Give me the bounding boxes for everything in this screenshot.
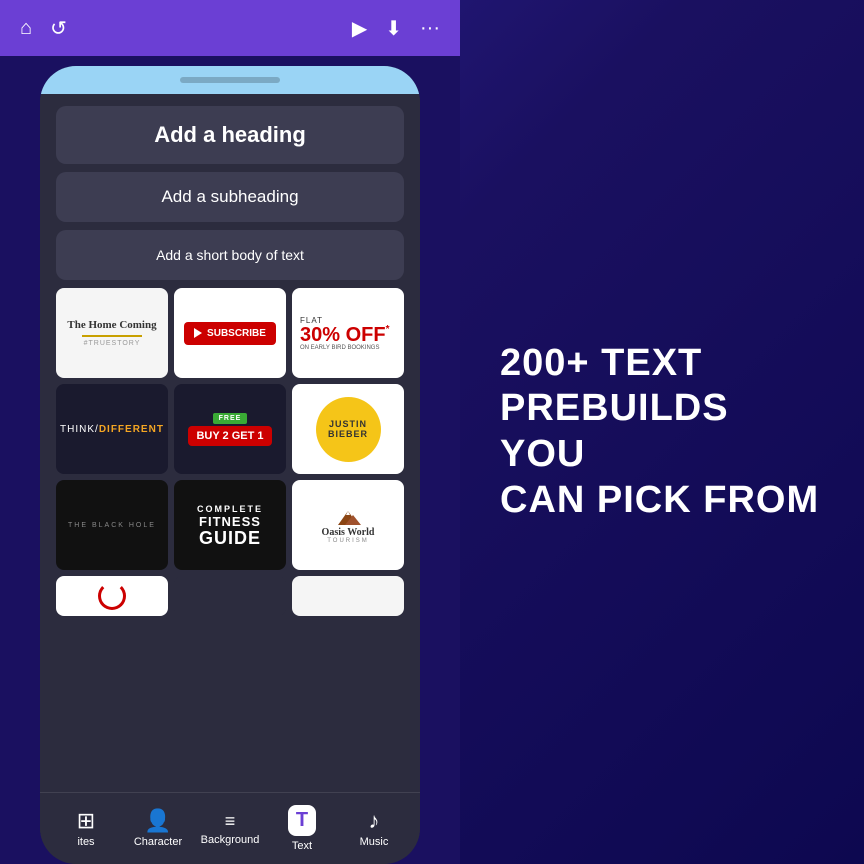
nav-item-text[interactable]: T Text (266, 805, 338, 852)
add-heading-label: Add a heading (154, 122, 306, 148)
background-icon: ≡ (225, 812, 236, 830)
add-subheading-button[interactable]: Add a subheading (56, 172, 404, 222)
bottom-nav: ⊞ ites 👤 Character ≡ Background T Text ♪… (40, 792, 420, 864)
nav-item-music[interactable]: ♪ Music (338, 810, 410, 848)
text-icon-box: T (288, 805, 316, 836)
character-icon: 👤 (144, 810, 171, 832)
partial-cell-1[interactable] (56, 576, 168, 616)
phone-notch-bar (40, 66, 420, 94)
text-label: Text (292, 840, 312, 852)
more-icon[interactable]: ··· (420, 17, 440, 40)
fitness-fitness: FITNESS (199, 514, 261, 529)
phone-content: Add a heading Add a subheading Add a sho… (40, 94, 420, 792)
partial-row (56, 576, 404, 616)
templates-label: ites (77, 836, 94, 848)
phone-wrapper: ⌂ ↺ ▶ ⬇ ··· Add a heading Add a subheadi… (0, 0, 460, 864)
homecoming-subtitle: #TRUESTORY (84, 340, 141, 347)
think-text: THINK/ (60, 424, 99, 435)
add-heading-button[interactable]: Add a heading (56, 106, 404, 164)
prebuilds-grid: The Home Coming #TRUESTORY SUBSCRIBE FLA… (56, 288, 404, 570)
partial-cell-3[interactable] (292, 576, 404, 616)
templates-icon: ⊞ (77, 810, 95, 832)
prebuild-justin[interactable]: JUSTIN BIEBER (292, 384, 404, 474)
promo-line1: 200+ TEXT (500, 341, 824, 387)
prebuild-think[interactable]: THINK/ DIFFERENT (56, 384, 168, 474)
undo-icon[interactable]: ↺ (50, 16, 67, 41)
prebuild-oasis[interactable]: Oasis World TOURISM (292, 480, 404, 570)
nav-item-templates[interactable]: ⊞ ites (50, 810, 122, 848)
right-content: 200+ TEXT PREBUILDS YOU CAN PICK FROM (460, 301, 864, 563)
top-toolbar: ⌂ ↺ ▶ ⬇ ··· (0, 0, 460, 56)
home-icon[interactable]: ⌂ (20, 17, 32, 40)
fitness-complete: COMPLETE (197, 504, 263, 514)
nav-item-background[interactable]: ≡ Background (194, 812, 266, 846)
play-icon[interactable]: ▶ (352, 16, 367, 41)
justin-name2: BIEBER (328, 429, 368, 439)
promo-line2: PREBUILDS YOU (500, 386, 824, 477)
toolbar-right: ▶ ⬇ ··· (352, 16, 440, 41)
prebuild-buy2get1[interactable]: FREE BUY 2 GET 1 (174, 384, 286, 474)
text-icon: T (296, 809, 308, 831)
prebuild-offer[interactable]: FLAT 30% OFF* ON EARLY BIRD BOOKINGS (292, 288, 404, 378)
promo-text: 200+ TEXT PREBUILDS YOU CAN PICK FROM (500, 341, 824, 523)
promo-line3: CAN PICK FROM (500, 478, 824, 524)
partial-cell-2[interactable] (174, 576, 286, 616)
music-icon: ♪ (369, 810, 380, 832)
add-body-label: Add a short body of text (156, 247, 304, 263)
partial-circle-icon (98, 582, 126, 610)
homecoming-underline (82, 335, 142, 337)
prebuild-subscribe[interactable]: SUBSCRIBE (174, 288, 286, 378)
oasis-mountain-icon (333, 507, 363, 527)
homecoming-title: The Home Coming (67, 319, 156, 332)
buy-text: BUY 2 GET 1 (188, 426, 271, 446)
justin-name1: JUSTIN (329, 419, 367, 429)
prebuild-fitness[interactable]: COMPLETE FITNESS GUIDE (174, 480, 286, 570)
add-subheading-label: Add a subheading (161, 187, 298, 207)
background-label: Background (201, 834, 260, 846)
oasis-title: Oasis World (322, 527, 375, 538)
justin-circle: JUSTIN BIEBER (316, 397, 381, 462)
offer-subtext: ON EARLY BIRD BOOKINGS (300, 345, 379, 351)
fitness-guide: GUIDE (199, 529, 261, 547)
download-icon[interactable]: ⬇ (385, 16, 402, 41)
phone-device: Add a heading Add a subheading Add a sho… (40, 66, 420, 864)
prebuild-homecoming[interactable]: The Home Coming #TRUESTORY (56, 288, 168, 378)
offer-percent: 30% OFF (300, 325, 386, 345)
toolbar-left: ⌂ ↺ (20, 16, 67, 41)
free-badge: FREE (213, 413, 248, 424)
subscribe-label: SUBSCRIBE (207, 328, 266, 339)
different-text: DIFFERENT (99, 424, 164, 435)
phone-notch (180, 77, 280, 83)
subscribe-button: SUBSCRIBE (184, 322, 276, 345)
prebuild-blackhole[interactable]: THE BLACK HOLE (56, 480, 168, 570)
blackhole-text: THE BLACK HOLE (68, 522, 156, 529)
oasis-subtitle: TOURISM (327, 538, 369, 544)
subscribe-play-icon (194, 328, 202, 338)
nav-item-character[interactable]: 👤 Character (122, 810, 194, 848)
character-label: Character (134, 836, 182, 848)
add-body-button[interactable]: Add a short body of text (56, 230, 404, 280)
music-label: Music (360, 836, 389, 848)
